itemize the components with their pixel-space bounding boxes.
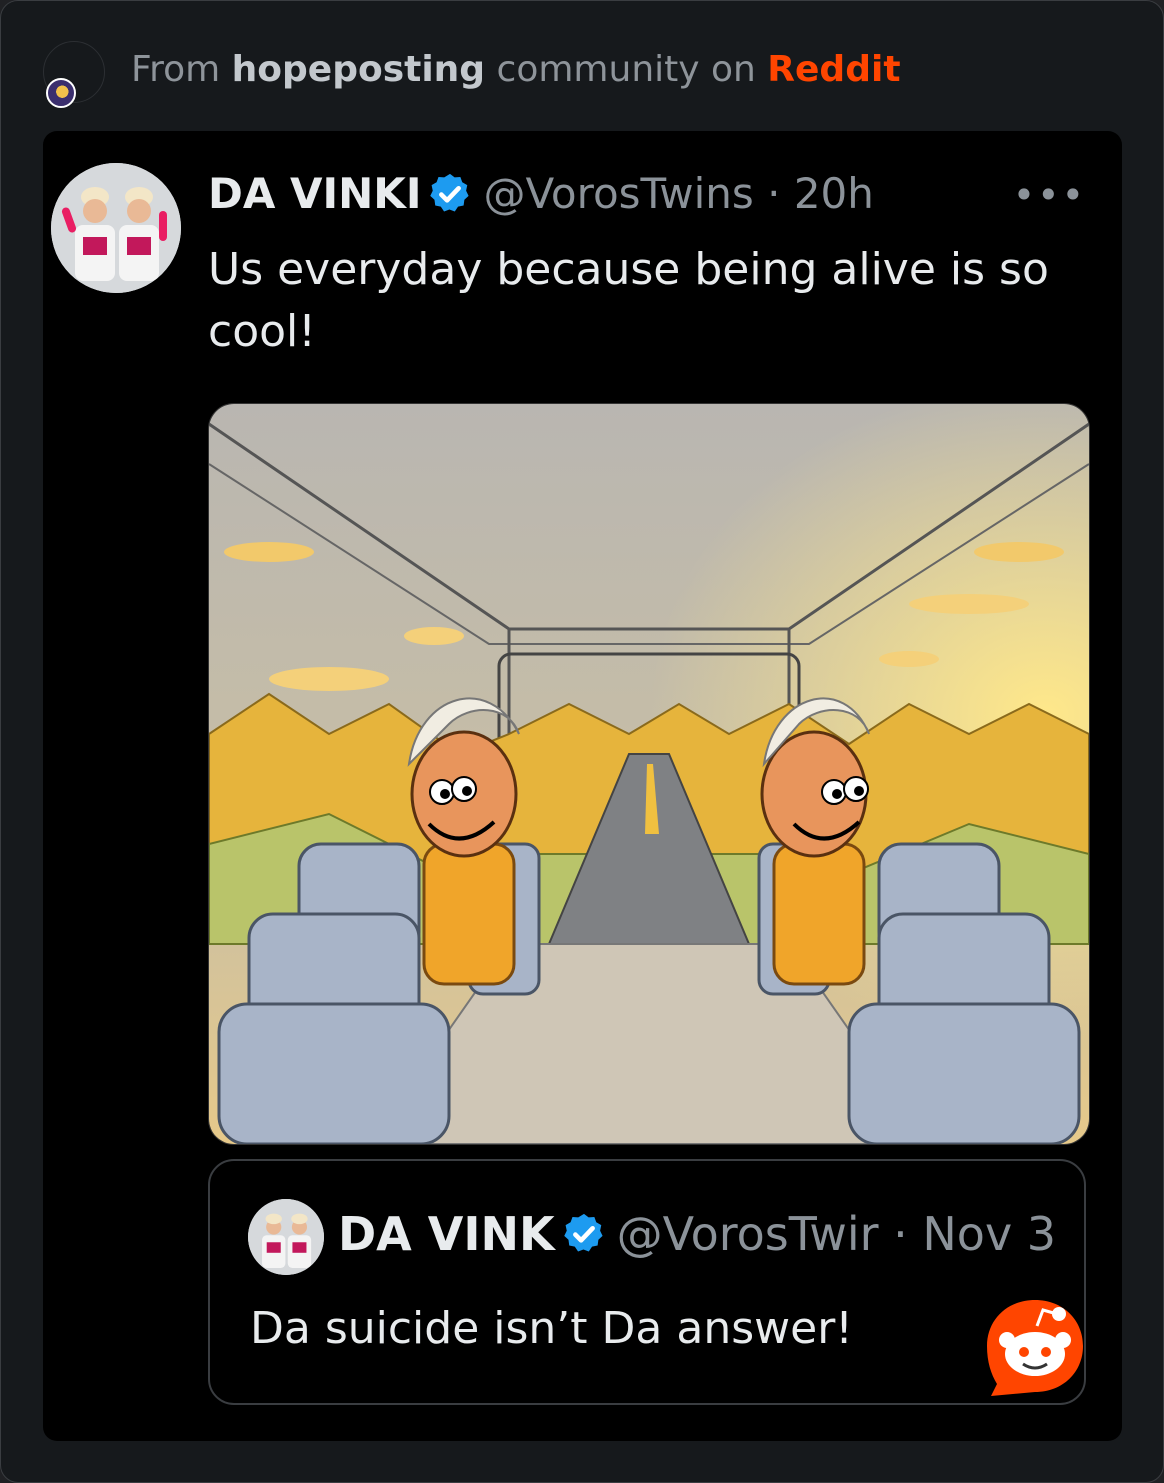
tweet-author-avatar[interactable] [51, 163, 181, 293]
bus-meme-illustration [209, 404, 1089, 1144]
tweet-handle-time[interactable]: @VorosTwins · 20h [483, 169, 873, 218]
quoted-author-avatar[interactable] [248, 1199, 324, 1275]
share-card-frame: From hopeposting community on Reddit DA … [0, 0, 1164, 1483]
share-header: From hopeposting community on Reddit [43, 41, 1143, 111]
tweet-author-name[interactable]: DA VINKI [208, 169, 421, 218]
community-icon [46, 78, 76, 108]
tweet-media-image[interactable] [208, 403, 1090, 1145]
verified-badge-icon [427, 171, 473, 217]
twins-photo [51, 163, 181, 293]
verified-badge-icon [561, 1211, 607, 1257]
reddit-logo-icon[interactable] [983, 1296, 1087, 1400]
quoted-handle-time[interactable]: @VorosTwir · Nov 3 [617, 1207, 1056, 1261]
header-prefix: From [131, 49, 221, 90]
quoted-author-name[interactable]: DA VINK [338, 1207, 555, 1261]
community-name[interactable]: hopeposting [232, 49, 485, 90]
tweet-author-row: DA VINKI @VorosTwins · 20h [208, 169, 874, 225]
quoted-author-row: DA VINK @VorosTwir · Nov 3 [338, 1207, 1056, 1261]
quoted-tweet[interactable]: DA VINK @VorosTwir · Nov 3 Da suicide isn… [208, 1159, 1086, 1405]
quoted-tweet-text: Da suicide isn’t Da answer! [250, 1303, 853, 1354]
header-middle: community on [496, 49, 756, 90]
tweet-text: Us everyday because being alive is so co… [208, 244, 1049, 357]
more-options-icon[interactable]: ••• [1013, 173, 1086, 217]
twins-photo-small [248, 1199, 324, 1275]
header-text: From hopeposting community on Reddit [131, 49, 901, 90]
community-avatar[interactable] [43, 41, 105, 108]
tweet-card: DA VINKI @VorosTwins · 20h ••• Us everyda… [43, 131, 1122, 1441]
platform-name[interactable]: Reddit [767, 49, 900, 90]
